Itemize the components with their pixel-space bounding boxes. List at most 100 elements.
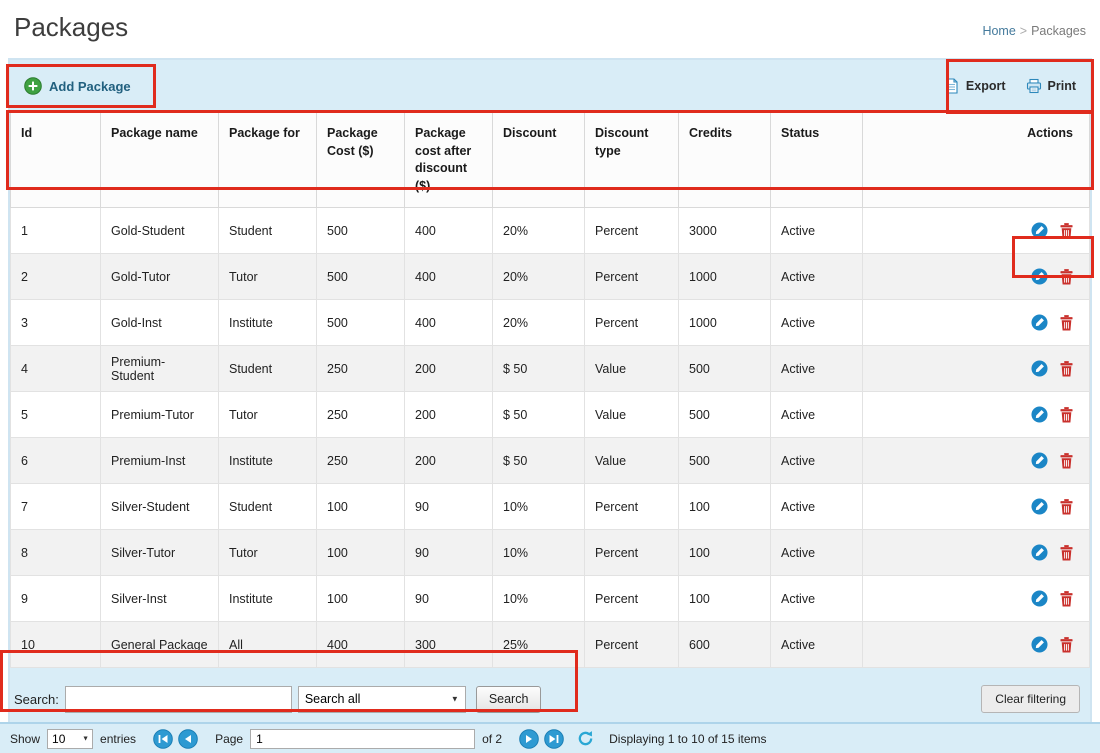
- edit-icon[interactable]: [1031, 360, 1048, 377]
- table-row: 7 Silver-Student Student 100 90 10% Perc…: [11, 484, 1090, 530]
- cell-discount-type: Percent: [585, 208, 679, 254]
- cell-actions: [863, 392, 1090, 438]
- delete-icon[interactable]: [1060, 637, 1073, 653]
- table-row: 10 General Package All 400 300 25% Perce…: [11, 622, 1090, 668]
- search-input[interactable]: [65, 686, 292, 713]
- cell-package-name: Gold-Inst: [101, 300, 219, 346]
- cell-status: Active: [771, 208, 863, 254]
- cell-actions: [863, 438, 1090, 484]
- cell-status: Active: [771, 300, 863, 346]
- cell-discount: $ 50: [493, 346, 585, 392]
- cell-id: 2: [11, 254, 101, 300]
- packages-table: Id Package name Package for Package Cost…: [10, 112, 1090, 668]
- column-header-actions: Actions: [863, 113, 1090, 208]
- print-button[interactable]: Print: [1026, 78, 1076, 94]
- add-package-label: Add Package: [49, 79, 131, 94]
- search-field-select[interactable]: Search all: [298, 686, 466, 713]
- cell-id: 10: [11, 622, 101, 668]
- cell-package-cost: 100: [317, 576, 405, 622]
- column-header-discount: Discount: [493, 113, 585, 208]
- cell-discount: 20%: [493, 300, 585, 346]
- cell-discount: 10%: [493, 576, 585, 622]
- cell-id: 8: [11, 530, 101, 576]
- first-page-icon[interactable]: [153, 729, 173, 749]
- delete-icon[interactable]: [1060, 591, 1073, 607]
- add-package-button[interactable]: Add Package: [24, 77, 131, 95]
- column-header-status: Status: [771, 113, 863, 208]
- cell-package-name: Premium-Inst: [101, 438, 219, 484]
- show-label: Show: [10, 732, 40, 746]
- table-row: 2 Gold-Tutor Tutor 500 400 20% Percent 1…: [11, 254, 1090, 300]
- edit-icon[interactable]: [1031, 406, 1048, 423]
- cell-package-for: Tutor: [219, 392, 317, 438]
- display-status-text: Displaying 1 to 10 of 15 items: [609, 732, 766, 746]
- export-button[interactable]: Export: [944, 78, 1006, 94]
- delete-icon[interactable]: [1060, 545, 1073, 561]
- table-row: 9 Silver-Inst Institute 100 90 10% Perce…: [11, 576, 1090, 622]
- cell-discount-type: Percent: [585, 576, 679, 622]
- previous-page-icon[interactable]: [178, 729, 198, 749]
- cell-credits: 100: [679, 530, 771, 576]
- cell-id: 1: [11, 208, 101, 254]
- table-row: 5 Premium-Tutor Tutor 250 200 $ 50 Value…: [11, 392, 1090, 438]
- cell-credits: 3000: [679, 208, 771, 254]
- delete-icon[interactable]: [1060, 453, 1073, 469]
- table-row: 8 Silver-Tutor Tutor 100 90 10% Percent …: [11, 530, 1090, 576]
- export-label: Export: [966, 79, 1006, 93]
- cell-package-for: Tutor: [219, 254, 317, 300]
- cell-discount: 10%: [493, 484, 585, 530]
- cell-cost-after-discount: 200: [405, 392, 493, 438]
- refresh-icon[interactable]: [577, 730, 594, 747]
- cell-credits: 1000: [679, 254, 771, 300]
- delete-icon[interactable]: [1060, 223, 1073, 239]
- clear-filtering-button[interactable]: Clear filtering: [981, 685, 1080, 713]
- cell-id: 7: [11, 484, 101, 530]
- cell-package-name: Silver-Inst: [101, 576, 219, 622]
- delete-icon[interactable]: [1060, 499, 1073, 515]
- cell-status: Active: [771, 530, 863, 576]
- breadcrumb: Home>Packages: [982, 24, 1086, 38]
- cell-package-name: Silver-Student: [101, 484, 219, 530]
- cell-package-name: Silver-Tutor: [101, 530, 219, 576]
- cell-package-cost: 100: [317, 484, 405, 530]
- delete-icon[interactable]: [1060, 269, 1073, 285]
- next-page-icon[interactable]: [519, 729, 539, 749]
- export-icon: [944, 78, 960, 94]
- cell-cost-after-discount: 90: [405, 484, 493, 530]
- delete-icon[interactable]: [1060, 315, 1073, 331]
- table-row: 4 Premium-Student Student 250 200 $ 50 V…: [11, 346, 1090, 392]
- breadcrumb-current: Packages: [1031, 24, 1086, 38]
- cell-status: Active: [771, 392, 863, 438]
- toolbar: Add Package Export: [10, 60, 1090, 112]
- breadcrumb-home-link[interactable]: Home: [982, 24, 1015, 38]
- cell-status: Active: [771, 346, 863, 392]
- cell-status: Active: [771, 576, 863, 622]
- delete-icon[interactable]: [1060, 407, 1073, 423]
- edit-icon[interactable]: [1031, 314, 1048, 331]
- edit-icon[interactable]: [1031, 590, 1048, 607]
- search-button[interactable]: Search: [476, 686, 542, 713]
- edit-icon[interactable]: [1031, 498, 1048, 515]
- search-panel: Search: Search all Search Clear filterin…: [10, 668, 1090, 730]
- cell-discount-type: Percent: [585, 254, 679, 300]
- search-label: Search:: [14, 692, 59, 707]
- cell-credits: 100: [679, 484, 771, 530]
- page-number-input[interactable]: [250, 729, 475, 749]
- cell-status: Active: [771, 254, 863, 300]
- cell-package-cost: 100: [317, 530, 405, 576]
- edit-icon[interactable]: [1031, 544, 1048, 561]
- cell-discount-type: Percent: [585, 484, 679, 530]
- edit-icon[interactable]: [1031, 222, 1048, 239]
- page-size-select[interactable]: 10: [47, 729, 93, 749]
- last-page-icon[interactable]: [544, 729, 564, 749]
- cell-package-for: Tutor: [219, 530, 317, 576]
- cell-cost-after-discount: 300: [405, 622, 493, 668]
- cell-cost-after-discount: 200: [405, 346, 493, 392]
- edit-icon[interactable]: [1031, 452, 1048, 469]
- edit-icon[interactable]: [1031, 636, 1048, 653]
- edit-icon[interactable]: [1031, 268, 1048, 285]
- cell-package-for: Institute: [219, 300, 317, 346]
- table-row: 6 Premium-Inst Institute 250 200 $ 50 Va…: [11, 438, 1090, 484]
- delete-icon[interactable]: [1060, 361, 1073, 377]
- cell-package-name: Premium-Tutor: [101, 392, 219, 438]
